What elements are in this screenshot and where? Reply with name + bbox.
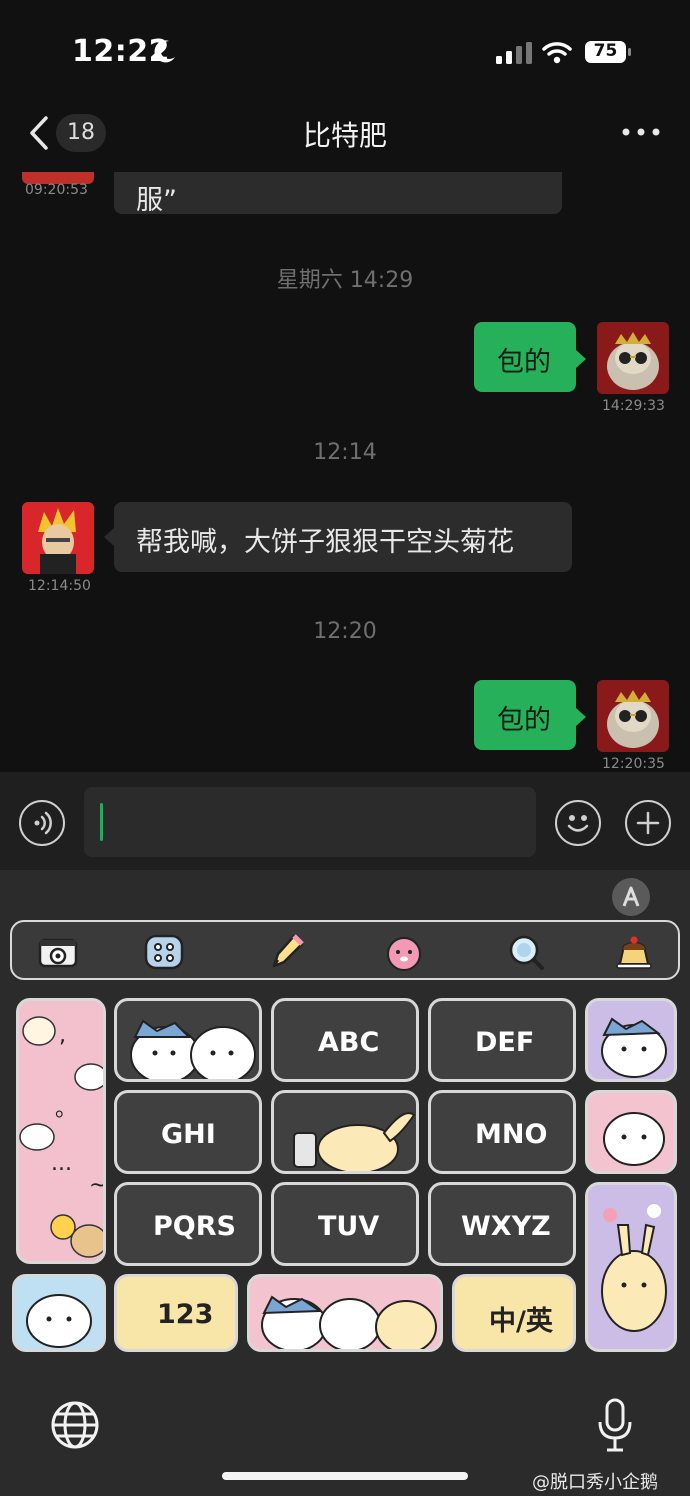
smiley-icon: [567, 815, 589, 832]
message-text: 包的: [497, 347, 551, 378]
punctuation-key-column[interactable]: , 。 ? ! ... ~: [16, 998, 106, 1264]
sticker-key[interactable]: [114, 998, 262, 1082]
key-pqrs[interactable]: PQRS: [114, 1182, 262, 1266]
wifi-icon: [542, 42, 572, 64]
bubble-tail: [576, 708, 586, 726]
delete-key[interactable]: [585, 998, 677, 1082]
punct-comma: ,: [59, 1023, 66, 1048]
message-time: 12:14:50: [28, 578, 91, 594]
more-options-icon[interactable]: [620, 122, 662, 142]
key-label: GHI: [161, 1119, 216, 1150]
pudding-icon[interactable]: [612, 930, 656, 974]
emoji-button[interactable]: [555, 800, 601, 846]
keyboard-a-icon: [622, 886, 640, 907]
key-wxyz[interactable]: WXYZ: [428, 1182, 576, 1266]
sticker-face-icon: [26, 1294, 92, 1348]
chiikawa-pair-icon: [130, 1019, 256, 1079]
battery-icon: 75: [584, 40, 632, 64]
moon-icon: [154, 40, 175, 63]
sticker-key-right[interactable]: [585, 1090, 677, 1174]
my-avatar[interactable]: [597, 322, 669, 394]
chiikawa-trio-icon: [261, 1295, 437, 1349]
my-avatar[interactable]: [597, 680, 669, 752]
message-text: 服”: [136, 185, 177, 216]
keyboard: , 。 ? ! ... ~ ABC DEF GHI: [0, 870, 690, 1496]
key-mno[interactable]: MNO: [428, 1090, 576, 1174]
keyboard-mode-toggle[interactable]: [612, 878, 650, 916]
key-label: TUV: [318, 1211, 380, 1242]
message-input-bar: [0, 772, 690, 870]
magnifier-icon[interactable]: [504, 930, 548, 974]
key-tuv[interactable]: TUV: [271, 1182, 419, 1266]
chat-title: 比特肥: [302, 119, 387, 152]
text-cursor: [100, 803, 103, 841]
chat-header: 18 比特肥: [0, 100, 690, 172]
key-ghi[interactable]: GHI: [114, 1090, 262, 1174]
globe-icon[interactable]: [50, 1400, 100, 1450]
message-bubble-outgoing[interactable]: 包的: [474, 322, 576, 392]
grid-icon[interactable]: [142, 930, 186, 974]
time-divider: 12:20: [313, 619, 377, 644]
message-time: 12:20:35: [602, 756, 665, 772]
more-actions-button[interactable]: [625, 800, 671, 846]
bubble-tail: [104, 528, 114, 546]
status-bar: 12:22 75: [0, 0, 690, 100]
key-abc[interactable]: ABC: [271, 998, 419, 1082]
plus-icon: [636, 811, 660, 835]
key-label: DEF: [475, 1027, 535, 1058]
message-time: 14:29:33: [602, 398, 665, 414]
hachiware-sticker-icon: [601, 1017, 667, 1078]
key-label: WXYZ: [461, 1211, 551, 1242]
punct-period: 。: [55, 1097, 78, 1122]
bubble-tail: [576, 350, 586, 368]
usagi-sticker-icon: [293, 1112, 416, 1171]
watermark-text: @脱口秀小企鹅: [532, 1472, 658, 1493]
message-bubble-incoming[interactable]: 服”: [114, 172, 562, 216]
key-label: 123: [157, 1299, 214, 1330]
enter-key[interactable]: [585, 1182, 677, 1352]
pencil-icon[interactable]: [264, 930, 308, 974]
message-text: 帮我喊，大饼子狠狠干空头菊花: [136, 527, 514, 558]
space-key[interactable]: [247, 1274, 443, 1352]
key-lang-switch[interactable]: 中/英: [452, 1274, 576, 1352]
home-indicator[interactable]: [222, 1472, 468, 1480]
keyboard-toolbar: [10, 920, 680, 980]
punct-tilde: ~: [89, 1173, 106, 1198]
message-time: 09:20:53: [25, 182, 88, 198]
voice-input-button[interactable]: [19, 800, 65, 846]
key-label: MNO: [475, 1119, 548, 1150]
message-list[interactable]: 09:20:53 服” 星期六 14:29 包的 14:29:33 12:14 …: [0, 172, 690, 772]
key-label: PQRS: [153, 1211, 236, 1242]
time-divider: 12:14: [313, 440, 377, 465]
key-label: ABC: [318, 1027, 380, 1058]
message-text-input[interactable]: [84, 787, 536, 857]
voice-wave-icon: [34, 811, 52, 835]
microphone-icon[interactable]: [596, 1398, 634, 1454]
cellular-signal-icon: [496, 42, 532, 64]
usagi-flowers-icon: [601, 1204, 667, 1332]
key-123[interactable]: 123: [114, 1274, 238, 1352]
key-jkl[interactable]: [271, 1090, 419, 1174]
message-bubble-incoming[interactable]: 帮我喊，大饼子狠狠干空头菊花: [114, 502, 572, 572]
message-bubble-outgoing[interactable]: 包的: [474, 680, 576, 750]
time-divider: 星期六 14:29: [276, 268, 414, 293]
camera-icon[interactable]: [36, 930, 80, 974]
message-text: 包的: [497, 705, 551, 736]
battery-level: 75: [593, 41, 618, 61]
emoji-sticker-key[interactable]: [12, 1274, 106, 1352]
key-def[interactable]: DEF: [428, 998, 576, 1082]
key-label: 中/英: [489, 1306, 553, 1337]
punct-ellipsis: ...: [51, 1151, 72, 1176]
sticker-pink-icon[interactable]: [382, 930, 426, 974]
contact-avatar[interactable]: [22, 502, 94, 574]
chiikawa-sticker-icon: [603, 1112, 665, 1166]
